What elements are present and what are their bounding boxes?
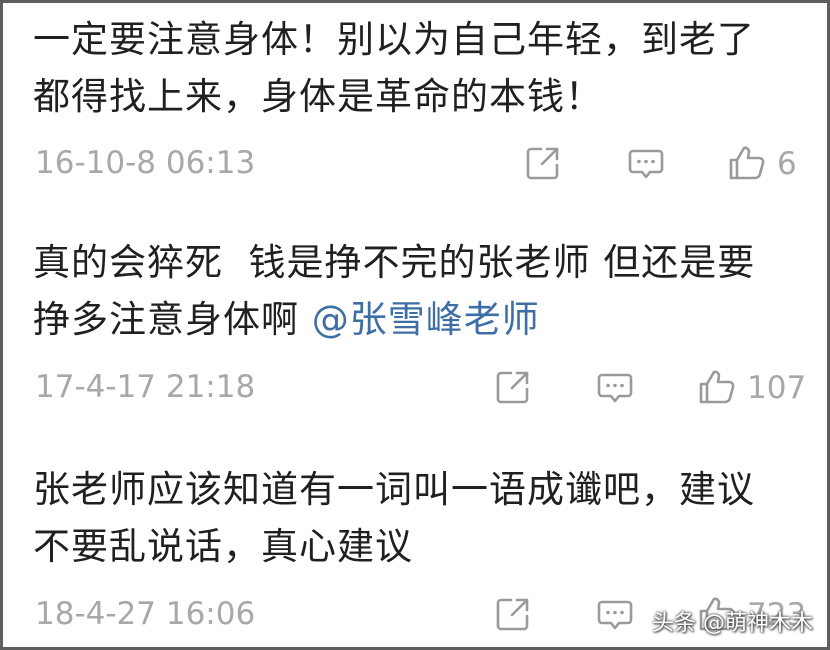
like-count: 107 (747, 370, 807, 406)
share-icon (526, 147, 559, 180)
comment-meta: 16-10-8 06:13 6 (33, 143, 813, 183)
comment-item: 张老师应该知道有一词叫一语成谶吧，建议 不要乱说话，真心建议 18-4-27 1… (33, 461, 813, 633)
timestamp: 17-4-17 21:18 (35, 369, 256, 405)
share-button[interactable] (493, 594, 533, 634)
comment-text-line: 挣多注意身体啊 (33, 298, 312, 341)
comment-button[interactable] (595, 594, 635, 634)
comment-list: 一定要注意身体！别以为自己年轻，到老了 都得找上来，身体是革命的本钱！ 16-1… (0, 0, 830, 650)
comment-item: 真的会猝死 钱是挣不完的张老师 但还是要 挣多注意身体啊 @张雪峰老师 17-4… (33, 234, 813, 406)
comment-meta: 17-4-17 21:18 107 (33, 367, 813, 407)
mention-link[interactable]: @张雪峰老师 (312, 298, 540, 341)
watermark: 头条 @萌神木木 (652, 611, 813, 636)
comment-text-line: 张老师应该知道有一词叫一语成谶吧，建议 (33, 468, 755, 511)
comment-item: 一定要注意身体！别以为自己年轻，到老了 都得找上来，身体是革命的本钱！ 16-1… (33, 11, 813, 182)
comment-icon (628, 149, 664, 179)
like-button[interactable]: 107 (697, 367, 813, 407)
comment-text-line: 真的会猝死 钱是挣不完的张老师 但还是要 (33, 241, 756, 284)
share-button[interactable] (523, 143, 563, 183)
timestamp: 16-10-8 06:13 (35, 145, 256, 181)
comment-icon (597, 373, 633, 403)
comment-text-line: 不要乱说话，真心建议 (33, 525, 413, 568)
share-button[interactable] (493, 367, 533, 407)
timestamp: 18-4-27 16:06 (35, 596, 256, 632)
share-icon (496, 598, 529, 631)
thumbs-up-icon (729, 146, 765, 180)
comment-icon (597, 600, 633, 630)
like-button[interactable]: 6 (727, 143, 817, 183)
thumbs-up-icon (699, 370, 735, 404)
share-icon (496, 371, 529, 404)
comment-text: 一定要注意身体！别以为自己年轻，到老了 都得找上来，身体是革命的本钱！ (33, 11, 813, 125)
comment-text: 张老师应该知道有一词叫一语成谶吧，建议 不要乱说话，真心建议 (33, 461, 813, 575)
comment-button[interactable] (626, 143, 666, 183)
comment-text-line: 一定要注意身体！别以为自己年轻，到老了 (33, 18, 755, 61)
comment-button[interactable] (595, 367, 635, 407)
comment-text: 真的会猝死 钱是挣不完的张老师 但还是要 挣多注意身体啊 @张雪峰老师 (33, 234, 813, 348)
comment-text-line: 都得找上来，身体是革命的本钱！ (33, 75, 603, 118)
like-count: 6 (777, 146, 797, 182)
